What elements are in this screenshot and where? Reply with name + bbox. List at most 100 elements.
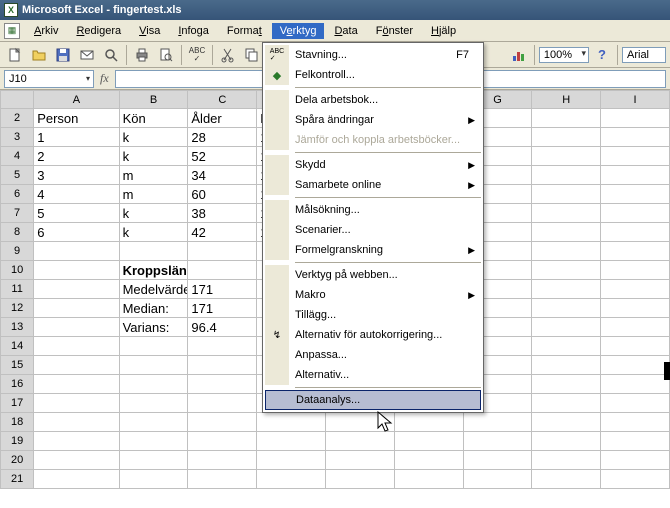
cell[interactable] [532, 470, 601, 489]
menu-item-dela-arbetsbok[interactable]: Dela arbetsbok... [265, 90, 481, 110]
cell[interactable] [532, 242, 601, 261]
row-header[interactable]: 20 [1, 451, 34, 470]
cell[interactable] [325, 413, 394, 432]
menu-redigera[interactable]: Redigera [68, 23, 129, 39]
cell[interactable] [188, 451, 257, 470]
menu-verktyg[interactable]: Verktyg [272, 23, 325, 39]
cell[interactable] [188, 413, 257, 432]
cell[interactable] [119, 413, 188, 432]
menu-fonster[interactable]: Fönster [368, 23, 421, 39]
row-header[interactable]: 19 [1, 432, 34, 451]
cell[interactable] [119, 394, 188, 413]
cell[interactable] [394, 413, 463, 432]
cell[interactable] [601, 223, 670, 242]
row-header[interactable]: 9 [1, 242, 34, 261]
row-header[interactable]: 15 [1, 356, 34, 375]
cell[interactable] [394, 470, 463, 489]
cell[interactable]: Ålder [188, 109, 257, 128]
cell[interactable] [601, 470, 670, 489]
save-button[interactable] [52, 44, 74, 66]
menu-arkiv[interactable]: Arkiv [26, 23, 66, 39]
cell[interactable] [532, 204, 601, 223]
menu-infoga[interactable]: Infoga [170, 23, 217, 39]
cell[interactable] [601, 356, 670, 375]
spelling-button[interactable]: ABC✓ [186, 44, 208, 66]
cell[interactable] [463, 432, 532, 451]
cell[interactable] [188, 394, 257, 413]
cell[interactable]: Kroppslängd [119, 261, 188, 280]
cell[interactable] [325, 451, 394, 470]
cell[interactable] [601, 394, 670, 413]
row-header[interactable]: 6 [1, 185, 34, 204]
cell[interactable] [532, 128, 601, 147]
cell[interactable] [532, 356, 601, 375]
cell[interactable] [119, 432, 188, 451]
row-header[interactable]: 14 [1, 337, 34, 356]
mail-button[interactable] [76, 44, 98, 66]
zoom-select[interactable]: 100% [539, 47, 589, 63]
select-all-corner[interactable] [1, 91, 34, 109]
cell[interactable] [257, 413, 326, 432]
cell[interactable] [34, 337, 119, 356]
cell[interactable] [532, 432, 601, 451]
row-header[interactable]: 18 [1, 413, 34, 432]
menu-item-verktyg-på-webben[interactable]: Verktyg på webben... [265, 265, 481, 285]
cell[interactable]: 28 [188, 128, 257, 147]
cell[interactable] [257, 432, 326, 451]
menu-item-dataanalys[interactable]: Dataanalys... [265, 390, 481, 410]
cell[interactable] [119, 470, 188, 489]
menu-item-stavning[interactable]: ABC✓Stavning...F7 [265, 45, 481, 65]
workbook-icon[interactable]: ▦ [4, 23, 20, 39]
menu-item-skydd[interactable]: Skydd▶ [265, 155, 481, 175]
cell[interactable] [463, 470, 532, 489]
cell[interactable] [532, 394, 601, 413]
cell[interactable] [34, 280, 119, 299]
menu-item-alternativ-för-autokorrigering[interactable]: ↯Alternativ för autokorrigering... [265, 325, 481, 345]
cell[interactable] [119, 337, 188, 356]
cell[interactable] [34, 242, 119, 261]
cell[interactable] [463, 451, 532, 470]
cell[interactable]: k [119, 223, 188, 242]
menu-item-samarbete-online[interactable]: Samarbete online▶ [265, 175, 481, 195]
cell[interactable] [532, 375, 601, 394]
cell[interactable] [188, 337, 257, 356]
menu-item-alternativ[interactable]: Alternativ... [265, 365, 481, 385]
cell[interactable] [532, 109, 601, 128]
cell[interactable] [34, 470, 119, 489]
menu-item-scenarier[interactable]: Scenarier... [265, 220, 481, 240]
menu-format[interactable]: Format [219, 23, 270, 39]
cell[interactable] [188, 356, 257, 375]
cell[interactable] [532, 223, 601, 242]
cell[interactable] [119, 451, 188, 470]
col-header-C[interactable]: C [188, 91, 257, 109]
cell[interactable]: Kön [119, 109, 188, 128]
cell[interactable] [34, 451, 119, 470]
cell[interactable] [119, 356, 188, 375]
cell[interactable] [34, 394, 119, 413]
cell[interactable] [119, 375, 188, 394]
cell[interactable] [119, 242, 188, 261]
name-box[interactable]: J10 [4, 70, 94, 88]
row-header[interactable]: 12 [1, 299, 34, 318]
search-button[interactable] [100, 44, 122, 66]
cell[interactable] [325, 470, 394, 489]
cell[interactable] [601, 128, 670, 147]
cell[interactable]: 6 [34, 223, 119, 242]
cut-button[interactable] [217, 44, 239, 66]
menu-item-spåra-ändringar[interactable]: Spåra ändringar▶ [265, 110, 481, 130]
cell[interactable]: m [119, 166, 188, 185]
menu-data[interactable]: Data [326, 23, 365, 39]
cell[interactable] [394, 432, 463, 451]
cell[interactable] [188, 470, 257, 489]
cell[interactable] [325, 432, 394, 451]
copy-button[interactable] [241, 44, 263, 66]
cell[interactable] [601, 261, 670, 280]
cell[interactable] [532, 413, 601, 432]
menu-item-anpassa[interactable]: Anpassa... [265, 345, 481, 365]
cell[interactable] [34, 299, 119, 318]
menu-hjalp[interactable]: Hjälp [423, 23, 464, 39]
menu-item-makro[interactable]: Makro▶ [265, 285, 481, 305]
fx-icon[interactable]: fx [100, 71, 109, 86]
cell[interactable]: 96.4 [188, 318, 257, 337]
cell[interactable] [601, 147, 670, 166]
